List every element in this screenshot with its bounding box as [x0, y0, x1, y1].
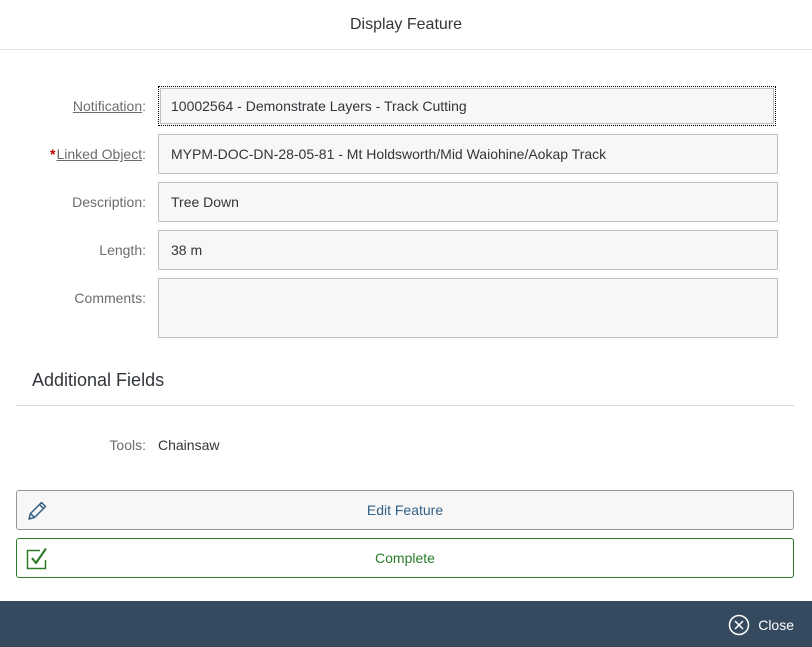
display-feature-dialog: Display Feature Notification: 10002564 -…	[0, 0, 812, 647]
dialog-header: Display Feature	[0, 0, 812, 50]
tools-label: Tools:	[109, 437, 146, 453]
tools-value: Chainsaw	[158, 437, 220, 453]
dialog-footer: Close	[0, 601, 812, 647]
length-field[interactable]: 38 m	[158, 230, 778, 270]
additional-fields-title: Additional Fields	[32, 370, 165, 390]
complete-label: Complete	[375, 550, 435, 566]
length-label: Length:	[99, 242, 146, 258]
edit-feature-label: Edit Feature	[366, 502, 444, 518]
description-label: Description:	[72, 194, 146, 210]
dialog-title: Display Feature	[349, 15, 463, 33]
description-row: Description: Tree Down	[0, 182, 812, 230]
description-field[interactable]: Tree Down	[158, 182, 778, 222]
pencil-icon	[25, 499, 49, 523]
comments-field[interactable]	[158, 278, 778, 338]
close-button[interactable]: Close	[728, 613, 794, 637]
linked-object-row: *Linked Object: MYPM-DOC-DN-28-05-81 - M…	[0, 134, 812, 182]
close-circle-icon	[728, 614, 750, 636]
comments-label: Comments:	[74, 290, 146, 306]
notification-label-text[interactable]: Notification	[73, 98, 142, 114]
feature-form: Notification: 10002564 - Demonstrate Lay…	[0, 50, 812, 338]
length-row: Length: 38 m	[0, 230, 812, 278]
notification-label[interactable]: Notification:	[73, 86, 146, 126]
section-divider	[16, 405, 794, 406]
checkbox-check-icon	[25, 547, 49, 571]
edit-feature-button[interactable]: Edit Feature	[16, 490, 794, 530]
notification-row: Notification: 10002564 - Demonstrate Lay…	[0, 86, 812, 134]
comments-row: Comments:	[0, 278, 812, 338]
linked-object-label-text[interactable]: Linked Object	[57, 146, 143, 162]
complete-button[interactable]: Complete	[16, 538, 794, 578]
required-marker: *	[50, 146, 56, 162]
linked-object-label[interactable]: *Linked Object:	[50, 134, 146, 174]
linked-object-field[interactable]: MYPM-DOC-DN-28-05-81 - Mt Holdsworth/Mid…	[158, 134, 778, 174]
notification-field[interactable]: 10002564 - Demonstrate Layers - Track Cu…	[158, 86, 776, 126]
close-label: Close	[758, 617, 794, 633]
